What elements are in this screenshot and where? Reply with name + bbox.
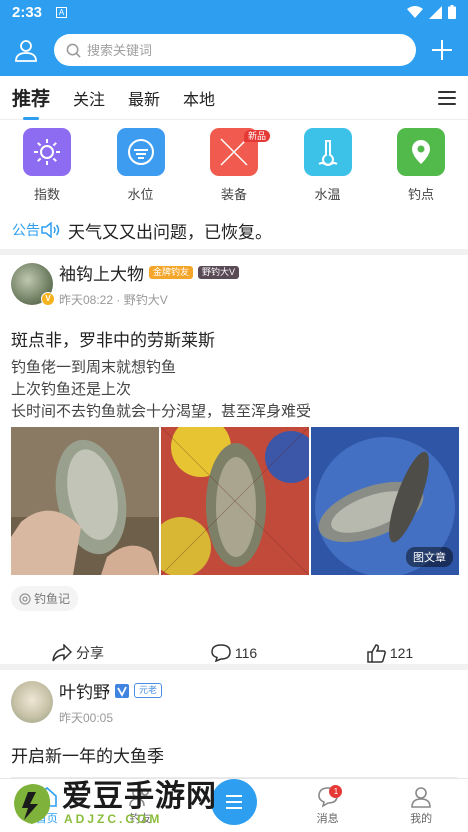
topic-label: 钓鱼记 bbox=[34, 592, 71, 606]
nav-me[interactable]: 我的 bbox=[374, 779, 468, 832]
user-icon bbox=[411, 786, 431, 808]
tab-local[interactable]: 本地 bbox=[183, 86, 215, 110]
shortcut-water-level[interactable]: 水位 bbox=[116, 128, 165, 210]
thermometer-icon bbox=[303, 128, 352, 176]
announcement-label: 公告 bbox=[12, 222, 40, 238]
post-images: 图文章 bbox=[0, 427, 468, 575]
shortcut-label: 钓点 bbox=[407, 187, 434, 202]
status-bar: 2:33 A bbox=[0, 0, 468, 24]
shortcut-fishing-spot[interactable]: 钓点 bbox=[397, 128, 445, 210]
speaker-icon bbox=[41, 222, 60, 238]
site-watermark: 爱豆手游网 ADJZC.COM bbox=[8, 776, 258, 832]
status-badge: 元老 bbox=[134, 683, 163, 698]
water-level-icon bbox=[116, 128, 165, 176]
search-input[interactable] bbox=[87, 42, 387, 58]
post-meta: 昨天00:05 bbox=[59, 711, 114, 725]
share-label: 分享 bbox=[76, 645, 104, 661]
status-badge: 野钓大V bbox=[198, 266, 240, 279]
like-count: 121 bbox=[389, 645, 414, 661]
shortcut-label: 水温 bbox=[314, 187, 341, 202]
post-card[interactable]: V 袖钩上大物 金牌钓友 野钓大V 昨天08:22 · 野钓大V 斑点非，罗非中… bbox=[0, 258, 468, 675]
nav-messages[interactable]: 1 消息 bbox=[281, 779, 375, 832]
topic-icon bbox=[19, 592, 31, 605]
shortcut-gear[interactable]: 新品 装备 bbox=[210, 128, 270, 210]
divider bbox=[0, 249, 468, 255]
watermark-title: 爱豆手游网 bbox=[62, 780, 217, 813]
shortcut-water-temp[interactable]: 水温 bbox=[303, 128, 352, 210]
post-line: 钓鱼佬一到周末就想钓鱼 bbox=[11, 359, 177, 376]
add-button[interactable] bbox=[416, 24, 468, 76]
search-box[interactable] bbox=[54, 34, 416, 66]
map-pin-icon bbox=[397, 128, 445, 176]
status-time: 2:33 bbox=[12, 3, 43, 21]
post-title[interactable]: 斑点非，罗非中的劳斯莱斯 bbox=[0, 326, 468, 351]
tab-latest[interactable]: 最新 bbox=[128, 86, 160, 110]
author-name[interactable]: 袖钩上大物 bbox=[59, 260, 144, 285]
shortcut-label: 装备 bbox=[220, 187, 247, 202]
author-name[interactable]: 叶钓野 bbox=[59, 678, 110, 703]
comment-count: 116 bbox=[234, 645, 258, 661]
verified-icon: V bbox=[41, 292, 55, 306]
avatar[interactable]: V bbox=[11, 263, 55, 306]
status-badge: 金牌钓友 bbox=[149, 266, 194, 279]
share-button[interactable]: 分享 bbox=[0, 643, 156, 663]
post-image[interactable]: 图文章 bbox=[311, 427, 459, 575]
menu-icon[interactable] bbox=[438, 90, 456, 105]
nav-label: 我的 bbox=[410, 812, 433, 825]
watermark-url: ADJZC.COM bbox=[64, 812, 163, 826]
unread-badge: 1 bbox=[329, 785, 343, 798]
like-button[interactable]: 121 bbox=[312, 643, 468, 663]
divider bbox=[0, 664, 468, 670]
feed-tabs: 推荐 关注 最新 本地 bbox=[0, 76, 468, 120]
announcement-text: 天气又又出问题，已恢复。 bbox=[68, 222, 272, 242]
top-bar bbox=[0, 24, 468, 76]
shortcut-index[interactable]: 指数 bbox=[23, 128, 71, 210]
announcement-bar[interactable]: 公告 天气又又出问题，已恢复。 bbox=[0, 212, 468, 248]
user-icon bbox=[15, 40, 37, 62]
signal-icon bbox=[429, 5, 442, 19]
thumb-up-icon bbox=[367, 643, 386, 663]
share-icon bbox=[52, 644, 72, 662]
post-author: V 袖钩上大物 金牌钓友 野钓大V 昨天08:22 · 野钓大V bbox=[0, 258, 468, 310]
wifi-icon bbox=[407, 6, 423, 18]
shortcut-label: 指数 bbox=[33, 187, 60, 202]
post-image[interactable] bbox=[11, 427, 159, 575]
sun-icon bbox=[23, 128, 71, 176]
topic-tag[interactable]: 钓鱼记 bbox=[11, 586, 79, 611]
battery-icon bbox=[448, 5, 456, 19]
tab-recommend[interactable]: 推荐 bbox=[12, 84, 50, 111]
comment-button[interactable]: 116 bbox=[156, 644, 312, 662]
new-tag: 新品 bbox=[243, 130, 270, 142]
post-image[interactable] bbox=[161, 427, 309, 575]
watermark-logo-icon bbox=[14, 784, 51, 824]
plus-icon bbox=[432, 40, 452, 60]
post-author: 叶钓野 元老 昨天00:05 bbox=[0, 676, 468, 728]
search-icon bbox=[66, 43, 81, 58]
sim-icon: A bbox=[56, 6, 68, 18]
shortcut-row: 指数 水位 新品 装备 水温 钓点 bbox=[0, 128, 468, 210]
post-meta: 昨天08:22 · 野钓大V bbox=[59, 293, 168, 307]
nav-label: 消息 bbox=[316, 812, 339, 825]
shortcut-label: 水位 bbox=[127, 187, 154, 202]
comment-icon bbox=[211, 644, 231, 662]
image-type-badge: 图文章 bbox=[406, 547, 453, 567]
post-title[interactable]: 开启新一年的大鱼季 bbox=[0, 742, 468, 767]
verified-v-icon bbox=[115, 683, 129, 698]
post-line: 上次钓鱼还是上次 bbox=[11, 381, 132, 398]
tab-follow[interactable]: 关注 bbox=[73, 86, 105, 110]
avatar[interactable] bbox=[11, 681, 53, 723]
profile-button[interactable] bbox=[0, 24, 52, 76]
post-card[interactable]: 叶钓野 元老 昨天00:05 开启新一年的大鱼季 bbox=[0, 676, 468, 791]
post-line: 长时间不去钓鱼就会十分渴望，甚至浑身难受 bbox=[11, 403, 312, 420]
